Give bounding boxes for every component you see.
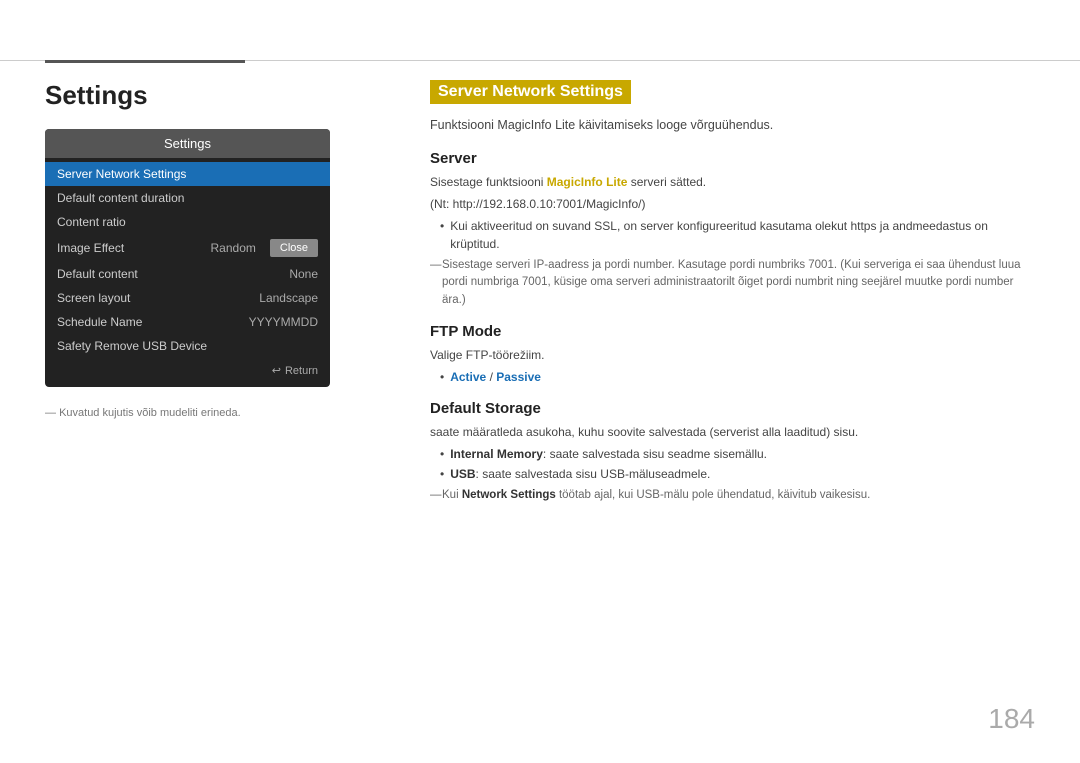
ftp-mode-bullet: Active / Passive (440, 368, 1035, 386)
menu-item-label: Server Network Settings (57, 167, 186, 181)
server-note: Sisestage serveri IP-aadress ja pordi nu… (430, 257, 1035, 309)
ftp-mode-heading: FTP Mode (430, 323, 1035, 340)
menu-item-content-ratio[interactable]: Content ratio (45, 210, 330, 234)
menu-item-server-network[interactable]: Server Network Settings (45, 162, 330, 186)
menu-item-label: Default content duration (57, 191, 184, 205)
menu-item-label: Default content (57, 267, 138, 281)
menu-item-screen-layout[interactable]: Screen layout Landscape (45, 286, 330, 310)
server-line1: Sisestage funktsiooni MagicInfo Lite ser… (430, 173, 1035, 191)
menu-item-safety-remove[interactable]: Safety Remove USB Device (45, 334, 330, 358)
menu-item-label: Content ratio (57, 215, 126, 229)
menu-item-default-content[interactable]: Default content None (45, 262, 330, 286)
close-button[interactable]: Close (270, 239, 318, 257)
menu-item-label: Safety Remove USB Device (57, 339, 207, 353)
image-effect-value: Random (211, 241, 256, 255)
default-content-value: None (289, 267, 318, 281)
right-panel: Server Network Settings Funktsiooni Magi… (430, 80, 1035, 518)
magicinfo-link: MagicInfo Lite (497, 118, 575, 132)
network-settings-bold: Network Settings (462, 489, 556, 501)
ftp-mode-section: FTP Mode Valige FTP-töörežiim. Active / … (430, 323, 1035, 386)
left-panel-note: Kuvatud kujutis võib mudeliti erineda. (45, 407, 385, 419)
screen-layout-value: Landscape (259, 291, 318, 305)
default-storage-heading: Default Storage (430, 400, 1035, 417)
storage-bullet1: Internal Memory: saate salvestada sisu s… (440, 445, 1035, 463)
return-icon: ↩ (272, 364, 281, 377)
menu-item-label: Image Effect (57, 241, 124, 255)
schedule-name-value: YYYYMMDD (249, 315, 318, 329)
menu-item-schedule-name[interactable]: Schedule Name YYYYMMDD (45, 310, 330, 334)
top-accent-line (45, 60, 245, 63)
server-bullet1: Kui aktiveeritud on suvand SSL, on serve… (440, 217, 1035, 253)
intro-text: Funktsiooni MagicInfo Lite käivitamiseks… (430, 118, 1035, 132)
return-row[interactable]: ↩ Return (45, 358, 330, 383)
ftp-active-link: Active (450, 370, 486, 384)
default-storage-line1: saate määratleda asukoha, kuhu soovite s… (430, 423, 1035, 441)
https-text: https (850, 219, 876, 233)
menu-item-label: Schedule Name (57, 315, 142, 329)
ftp-passive-link: Passive (496, 370, 541, 384)
server-heading: Server (430, 150, 1035, 167)
menu-item-label: Screen layout (57, 291, 130, 305)
return-label: Return (285, 365, 318, 377)
ftp-mode-line1: Valige FTP-töörežiim. (430, 346, 1035, 364)
settings-box: Settings Server Network Settings Default… (45, 129, 330, 387)
page-number: 184 (988, 703, 1035, 735)
menu-item-image-effect[interactable]: Image Effect Random Close (45, 234, 330, 262)
server-line2: (Nt: http://192.168.0.10:7001/MagicInfo/… (430, 195, 1035, 213)
settings-menu: Server Network Settings Default content … (45, 158, 330, 387)
storage-note: Kui Network Settings töötab ajal, kui US… (430, 487, 1035, 504)
left-panel: Settings Settings Server Network Setting… (45, 80, 385, 419)
ssl-text: SSL (594, 219, 617, 233)
internal-memory-label: Internal Memory (450, 447, 543, 461)
settings-box-header: Settings (45, 129, 330, 158)
storage-bullet2: USB: saate salvestada sisu USB-mäluseadm… (440, 465, 1035, 483)
menu-item-default-content-duration[interactable]: Default content duration (45, 186, 330, 210)
usb-label: USB (450, 467, 475, 481)
page-title: Settings (45, 80, 385, 111)
server-section: Server Sisestage funktsiooni MagicInfo L… (430, 150, 1035, 309)
section-title: Server Network Settings (430, 80, 631, 104)
default-storage-section: Default Storage saate määratleda asukoha… (430, 400, 1035, 504)
